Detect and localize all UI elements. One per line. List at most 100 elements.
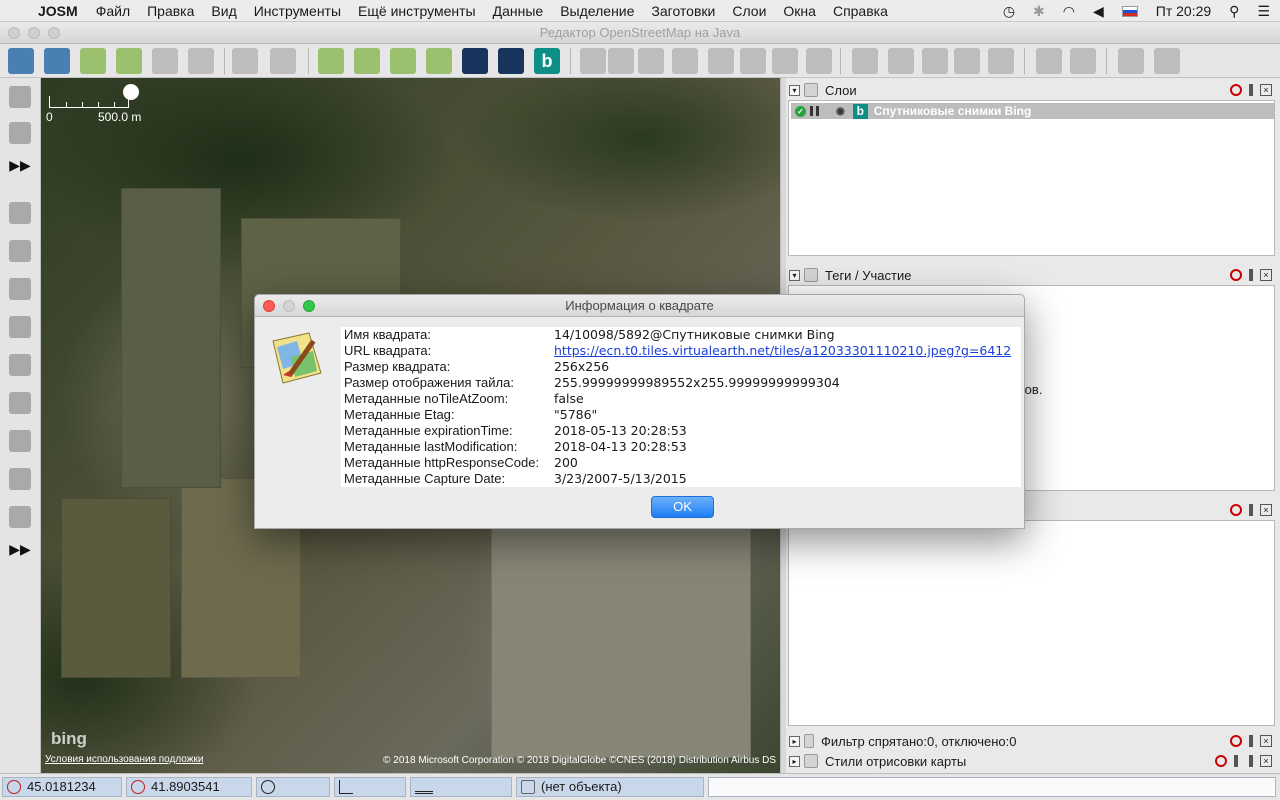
relations-toggle-icon[interactable] <box>9 278 31 300</box>
open-file-icon[interactable] <box>8 48 34 74</box>
menu-edit[interactable]: Правка <box>147 3 194 19</box>
panel-hide-icon[interactable] <box>1230 269 1242 281</box>
upload-icon[interactable] <box>152 48 178 74</box>
panel-detach-icon[interactable] <box>1245 84 1257 96</box>
preset-bag-icon[interactable] <box>922 48 948 74</box>
preset-railway-icon[interactable] <box>806 48 832 74</box>
bing-imagery-icon[interactable]: b <box>534 48 560 74</box>
draw-mode-icon[interactable] <box>9 122 31 144</box>
preferences-icon[interactable] <box>354 48 380 74</box>
wms-tms-icon[interactable] <box>390 48 416 74</box>
spotlight-search-icon[interactable]: ⚲ <box>1229 3 1239 20</box>
window-minimize-button[interactable] <box>28 27 40 39</box>
panel-detach-icon[interactable] <box>1245 735 1257 747</box>
menu-tools[interactable]: Инструменты <box>254 3 341 19</box>
dialog-zoom-button[interactable] <box>303 300 315 312</box>
volume-icon[interactable]: ◀ <box>1093 3 1104 20</box>
panel-close-icon[interactable]: × <box>1260 755 1272 767</box>
panel-hide-icon[interactable] <box>1230 735 1242 747</box>
panel-close-icon[interactable]: × <box>1260 735 1272 747</box>
dialog-close-button[interactable] <box>263 300 275 312</box>
menu-selection[interactable]: Выделение <box>560 3 634 19</box>
preset-radiation-icon[interactable] <box>954 48 980 74</box>
gps-track-icon[interactable] <box>498 48 524 74</box>
preset-shop-icon[interactable] <box>852 48 878 74</box>
preset-bed-icon[interactable] <box>888 48 914 74</box>
preset-search-tag-icon[interactable] <box>1154 48 1180 74</box>
map-styles-panel-header[interactable]: ▸ Стили отрисовки карты × <box>786 751 1276 771</box>
tile-url-link[interactable]: https://ecn.t0.tiles.virtualearth.net/ti… <box>554 343 1011 359</box>
expand-toggle-icon[interactable]: ▸ <box>789 755 800 767</box>
panel-close-icon[interactable]: × <box>1260 269 1272 281</box>
more-modes-icon[interactable]: ▶▶ <box>9 154 31 176</box>
preset-search-icon[interactable] <box>1118 48 1144 74</box>
window-close-button[interactable] <box>8 27 20 39</box>
preset-road-icon[interactable] <box>638 48 664 74</box>
panel-detach-icon[interactable] <box>1245 504 1257 516</box>
panel-close-icon[interactable]: × <box>1260 504 1272 516</box>
bluetooth-icon[interactable]: ✱ <box>1033 3 1045 20</box>
wikipedia-toggle-icon[interactable] <box>9 506 31 528</box>
map-style-toggle-icon[interactable] <box>9 392 31 414</box>
panel-hide-icon[interactable] <box>1215 755 1227 767</box>
update-data-icon[interactable] <box>188 48 214 74</box>
layer-eye-icon[interactable]: ◉ <box>836 106 845 117</box>
menu-app-name[interactable]: JOSM <box>38 3 78 19</box>
tags-toggle-icon[interactable] <box>9 240 31 262</box>
preset-building-icon[interactable] <box>608 48 634 74</box>
menu-help[interactable]: Справка <box>833 3 888 19</box>
wifi-icon[interactable]: ◠ <box>1063 3 1075 20</box>
more-panels-icon[interactable]: ▶▶ <box>9 538 31 560</box>
layer-visible-check-icon[interactable]: ✓ <box>795 105 806 117</box>
collapse-toggle-icon[interactable]: ▾ <box>789 269 800 281</box>
imagery-terms-link[interactable]: Условия использования подложки <box>45 754 203 765</box>
filter-panel-header[interactable]: ▸ Фильтр спрятано:0, отключено:0 × <box>786 731 1276 751</box>
menu-data[interactable]: Данные <box>493 3 544 19</box>
menu-layers[interactable]: Слои <box>732 3 766 19</box>
zoom-to-data-icon[interactable] <box>318 48 344 74</box>
download-icon[interactable] <box>80 48 106 74</box>
changeset-toggle-icon[interactable] <box>9 430 31 452</box>
preset-peak-icon[interactable] <box>1036 48 1062 74</box>
preset-door-icon[interactable] <box>580 48 606 74</box>
select-mode-icon[interactable] <box>9 86 31 108</box>
expand-toggle-icon[interactable]: ▸ <box>789 735 800 747</box>
preset-river-icon[interactable] <box>1070 48 1096 74</box>
validation-toggle-icon[interactable] <box>9 468 31 490</box>
menu-view[interactable]: Вид <box>211 3 236 19</box>
preset-turn-icon[interactable] <box>672 48 698 74</box>
panel-hide-icon[interactable] <box>1230 84 1242 96</box>
menu-more-tools[interactable]: Ещё инструменты <box>358 3 476 19</box>
history-toggle-icon[interactable] <box>9 316 31 338</box>
zoom-slider-handle[interactable] <box>123 84 139 100</box>
menu-presets[interactable]: Заготовки <box>651 3 715 19</box>
time-machine-icon[interactable]: ◷ <box>1003 3 1015 20</box>
panel-detach-icon[interactable] <box>1245 269 1257 281</box>
layers-panel-header[interactable]: ▾ Слои × <box>786 80 1276 100</box>
panel-detach-icon[interactable] <box>1230 755 1242 767</box>
preset-parking-icon[interactable] <box>708 48 734 74</box>
window-zoom-button[interactable] <box>48 27 60 39</box>
preset-factory-icon[interactable] <box>988 48 1014 74</box>
redo-icon[interactable] <box>270 48 296 74</box>
download-in-view-icon[interactable] <box>116 48 142 74</box>
notification-center-icon[interactable]: ☰ <box>1257 3 1270 20</box>
collapse-toggle-icon[interactable]: ▾ <box>789 84 800 96</box>
dialog-minimize-button[interactable] <box>283 300 295 312</box>
zoom-search-icon[interactable] <box>426 48 452 74</box>
tags-panel-header[interactable]: ▾ Теги / Участие × <box>786 265 1276 285</box>
preset-pole-icon[interactable] <box>740 48 766 74</box>
menu-windows[interactable]: Окна <box>783 3 816 19</box>
save-icon[interactable] <box>44 48 70 74</box>
filter-toggle-icon[interactable] <box>9 354 31 376</box>
preset-area-icon[interactable] <box>772 48 798 74</box>
layers-toggle-icon[interactable] <box>9 202 31 224</box>
input-language-flag-icon[interactable] <box>1121 5 1138 17</box>
menubar-clock[interactable]: Пт 20:29 <box>1156 3 1211 19</box>
panel-close-icon[interactable]: × <box>1260 84 1272 96</box>
undo-icon[interactable] <box>232 48 258 74</box>
layer-row[interactable]: ✓ ◉ b Спутниковые снимки Bing <box>791 103 1274 119</box>
panel-settings-icon[interactable] <box>1245 755 1257 767</box>
menu-file[interactable]: Файл <box>96 3 130 19</box>
panel-hide-icon[interactable] <box>1230 504 1242 516</box>
